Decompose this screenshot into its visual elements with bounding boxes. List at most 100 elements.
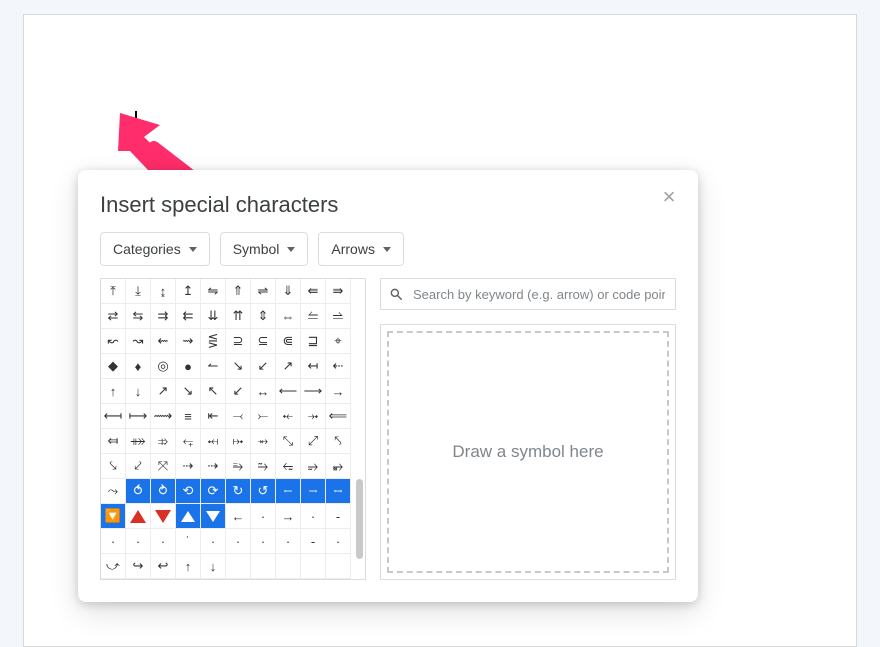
character-cell[interactable]: ↘ xyxy=(176,379,201,404)
character-cell[interactable]: ⤝ xyxy=(276,404,301,429)
character-cell[interactable] xyxy=(276,554,301,579)
character-cell[interactable]: ⤧ xyxy=(151,454,176,479)
character-cell[interactable]: ⤳ xyxy=(101,479,126,504)
character-cell[interactable]: ⤞ xyxy=(301,404,326,429)
character-cell[interactable]: ⇆ xyxy=(126,304,151,329)
character-cell[interactable]: ⥴ xyxy=(301,454,326,479)
character-cell[interactable]: ⥆ xyxy=(176,429,201,454)
character-cell[interactable]: ⟲ xyxy=(176,479,201,504)
character-cell[interactable]: ⥪ xyxy=(301,304,326,329)
character-cell[interactable]: ↨ xyxy=(151,279,176,304)
character-cell[interactable]: ← xyxy=(226,504,251,529)
character-cell[interactable]: ≡ xyxy=(176,404,201,429)
character-cell[interactable]: ⟹ xyxy=(301,479,326,504)
character-cell[interactable]: ⤆ xyxy=(101,429,126,454)
character-cell[interactable]: ● xyxy=(176,354,201,379)
character-cell[interactable]: ◎ xyxy=(151,354,176,379)
character-cell[interactable]: ⇢ xyxy=(201,454,226,479)
character-cell[interactable]: ↑ xyxy=(176,554,201,579)
character-cell[interactable]: ⊒ xyxy=(301,329,326,354)
character-cell[interactable]: ⇄ xyxy=(101,304,126,329)
character-cell[interactable]: ⊆ xyxy=(251,329,276,354)
character-cell[interactable]: ↤ xyxy=(301,354,326,379)
character-cell[interactable]: · xyxy=(126,529,151,554)
character-cell[interactable]: ⤻ xyxy=(101,554,126,579)
character-cell[interactable]: ⤢ xyxy=(301,429,326,454)
character-cell[interactable]: ⇌ xyxy=(251,279,276,304)
character-cell[interactable]: ↗ xyxy=(151,379,176,404)
character-cell[interactable]: ↑ xyxy=(101,379,126,404)
character-cell[interactable]: ⤦ xyxy=(126,454,151,479)
character-cell[interactable]: · xyxy=(326,529,351,554)
character-cell[interactable]: ⇢ xyxy=(176,454,201,479)
character-cell[interactable]: ⌖ xyxy=(326,329,351,354)
character-cell[interactable]: ⇤ xyxy=(201,404,226,429)
character-cell[interactable]: - xyxy=(301,529,326,554)
character-cell[interactable]: ⤁ xyxy=(126,429,151,454)
character-cell[interactable]: ⟵ xyxy=(276,379,301,404)
search-field[interactable] xyxy=(380,278,676,310)
character-cell[interactable]: → xyxy=(326,379,351,404)
character-cell[interactable]: ⇛ xyxy=(326,279,351,304)
character-cell[interactable]: · xyxy=(276,529,301,554)
character-cell[interactable]: ⥇ xyxy=(251,429,276,454)
character-cell[interactable]: ⇉ xyxy=(151,304,176,329)
character-cell[interactable]: ⇑ xyxy=(226,279,251,304)
character-cell[interactable]: ⥀ xyxy=(126,479,151,504)
character-cell[interactable] xyxy=(251,554,276,579)
character-cell[interactable]: ⤟ xyxy=(201,429,226,454)
character-cell[interactable]: ⟳ xyxy=(201,479,226,504)
character-cell[interactable]: - xyxy=(326,504,351,529)
character-cell[interactable]: · xyxy=(201,529,226,554)
character-cell[interactable]: ↻ xyxy=(226,479,251,504)
character-cell[interactable] xyxy=(301,554,326,579)
character-cell[interactable]: ⥳ xyxy=(276,454,301,479)
character-cell[interactable]: 🔽 xyxy=(101,504,126,529)
character-cell[interactable]: ⇚ xyxy=(301,279,326,304)
character-cell[interactable]: · xyxy=(226,529,251,554)
character-cell[interactable]: ⊇ xyxy=(226,329,251,354)
character-cell[interactable]: ⇔ xyxy=(276,304,301,329)
character-cell[interactable]: · xyxy=(251,504,276,529)
character-cell[interactable]: ⤙ xyxy=(226,404,251,429)
character-cell[interactable]: ↖ xyxy=(201,379,226,404)
character-cell[interactable]: · xyxy=(301,504,326,529)
character-cell[interactable]: ↺ xyxy=(251,479,276,504)
character-cell[interactable]: ↘ xyxy=(226,354,251,379)
character-cell[interactable]: ⥱ xyxy=(226,454,251,479)
character-cell[interactable]: ⤚ xyxy=(251,404,276,429)
character-cell[interactable]: ⥁ xyxy=(151,479,176,504)
character-cell[interactable]: ↼ xyxy=(201,354,226,379)
character-cell[interactable]: ↗ xyxy=(276,354,301,379)
character-cell[interactable]: ⇇ xyxy=(176,304,201,329)
character-cell[interactable]: ↓ xyxy=(201,554,226,579)
character-cell[interactable]: ⟶ xyxy=(301,379,326,404)
subset-dropdown[interactable]: Arrows xyxy=(318,232,404,266)
character-cell[interactable]: ↔ xyxy=(251,379,276,404)
character-cell[interactable]: ⟼ xyxy=(126,404,151,429)
character-cell[interactable]: ⤃ xyxy=(151,429,176,454)
character-cell[interactable]: ⤠ xyxy=(226,429,251,454)
character-cell[interactable]: ↙ xyxy=(226,379,251,404)
character-cell[interactable]: ⇕ xyxy=(251,304,276,329)
character-cell[interactable]: → xyxy=(276,504,301,529)
character-cell[interactable]: ⋚ xyxy=(201,329,226,354)
character-cell[interactable]: ⟿ xyxy=(151,404,176,429)
character-cell[interactable]: ⤒ xyxy=(101,279,126,304)
character-cell[interactable]: ⟻ xyxy=(101,404,126,429)
character-cell[interactable]: ⤡ xyxy=(276,429,301,454)
character-cell[interactable] xyxy=(151,504,176,529)
character-cell[interactable]: ⤓ xyxy=(126,279,151,304)
character-cell[interactable]: · xyxy=(151,529,176,554)
character-cell[interactable]: ↙ xyxy=(251,354,276,379)
character-cell[interactable]: ⤥ xyxy=(101,454,126,479)
close-button[interactable]: × xyxy=(654,182,684,212)
character-cell[interactable]: ˙ xyxy=(176,529,201,554)
draw-canvas[interactable]: Draw a symbol here xyxy=(387,331,669,573)
script-dropdown[interactable]: Symbol xyxy=(220,232,309,266)
character-cell[interactable]: ♦ xyxy=(126,354,151,379)
character-cell[interactable]: ↩ xyxy=(151,554,176,579)
character-cell[interactable]: ↜ xyxy=(101,329,126,354)
character-cell[interactable]: ⇠ xyxy=(326,354,351,379)
character-cell[interactable] xyxy=(201,504,226,529)
